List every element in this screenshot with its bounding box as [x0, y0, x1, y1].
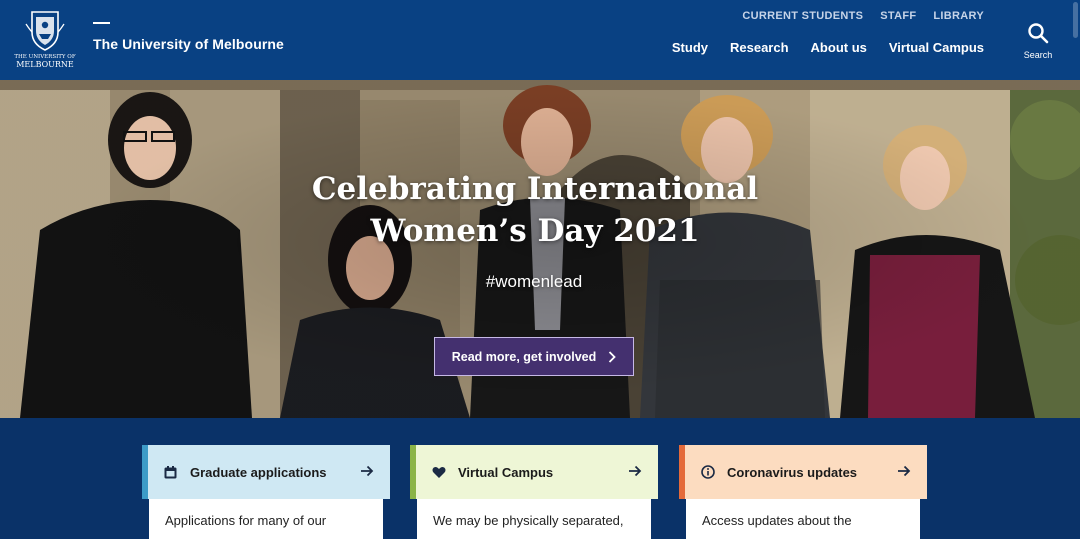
card-header[interactable]: Graduate applications	[142, 445, 390, 499]
hero-banner: Celebrating International Women’s Day 20…	[0, 80, 1080, 418]
card-title: Virtual Campus	[458, 464, 554, 480]
util-nav-staff[interactable]: STAFF	[880, 10, 916, 22]
card-coronavirus-updates[interactable]: Coronavirus updates Access updates about…	[679, 445, 927, 539]
card-body: We may be physically separated,	[417, 499, 651, 539]
site-title-block: The University of Melbourne	[93, 22, 284, 52]
card-accent	[679, 445, 685, 499]
hero-title-line-2: Women’s Day 2021	[370, 213, 700, 249]
main-nav: Study Research About us Virtual Campus	[672, 40, 984, 55]
nav-item-study[interactable]: Study	[672, 40, 708, 55]
nav-item-about-us[interactable]: About us	[811, 40, 867, 55]
search-button[interactable]: Search	[1020, 22, 1056, 66]
heart-icon	[432, 466, 452, 479]
card-graduate-applications[interactable]: Graduate applications Applications for m…	[142, 445, 390, 539]
search-icon	[1028, 23, 1049, 44]
card-header[interactable]: Virtual Campus	[410, 445, 658, 499]
search-label: Search	[1023, 50, 1053, 60]
university-logo[interactable]: THE UNIVERSITY OF MELBOURNE	[12, 10, 78, 72]
chevron-right-icon	[609, 350, 617, 363]
hero-title: Celebrating International Women’s Day 20…	[290, 168, 780, 252]
calendar-icon	[164, 465, 184, 479]
arrow-right-icon	[897, 464, 911, 481]
svg-text:MELBOURNE: MELBOURNE	[16, 60, 74, 69]
card-title: Graduate applications	[190, 464, 327, 480]
read-more-button[interactable]: Read more, get involved	[434, 337, 634, 376]
hero-hashtag: #womenlead	[485, 272, 583, 291]
site-title[interactable]: The University of Melbourne	[93, 36, 284, 52]
nav-item-research[interactable]: Research	[730, 40, 789, 55]
nav-item-virtual-campus[interactable]: Virtual Campus	[889, 40, 984, 55]
page-scrollbar[interactable]	[1070, 0, 1080, 533]
util-nav-library[interactable]: LIBRARY	[933, 10, 984, 22]
read-more-label: Read more, get involved	[451, 349, 597, 364]
card-body: Applications for many of our	[149, 499, 383, 539]
title-dash	[93, 22, 110, 24]
card-title: Coronavirus updates	[727, 464, 858, 480]
quick-links-section: Graduate applications Applications for m…	[0, 418, 1080, 539]
card-header[interactable]: Coronavirus updates	[679, 445, 927, 499]
card-body: Access updates about the	[686, 499, 920, 539]
university-crest-icon: THE UNIVERSITY OF MELBOURNE	[14, 11, 76, 69]
hero-title-line-1: Celebrating International	[311, 171, 759, 207]
scrollbar-thumb[interactable]	[1073, 2, 1078, 38]
card-accent	[410, 445, 416, 499]
arrow-right-icon	[628, 464, 642, 481]
card-virtual-campus[interactable]: Virtual Campus We may be physically sepa…	[410, 445, 658, 539]
card-accent	[142, 445, 148, 499]
info-icon	[701, 465, 721, 479]
site-header: THE UNIVERSITY OF MELBOURNE The Universi…	[0, 0, 1080, 80]
utility-nav: CURRENT STUDENTS STAFF LIBRARY	[742, 10, 984, 22]
arrow-right-icon	[360, 464, 374, 481]
util-nav-current-students[interactable]: CURRENT STUDENTS	[742, 10, 863, 22]
